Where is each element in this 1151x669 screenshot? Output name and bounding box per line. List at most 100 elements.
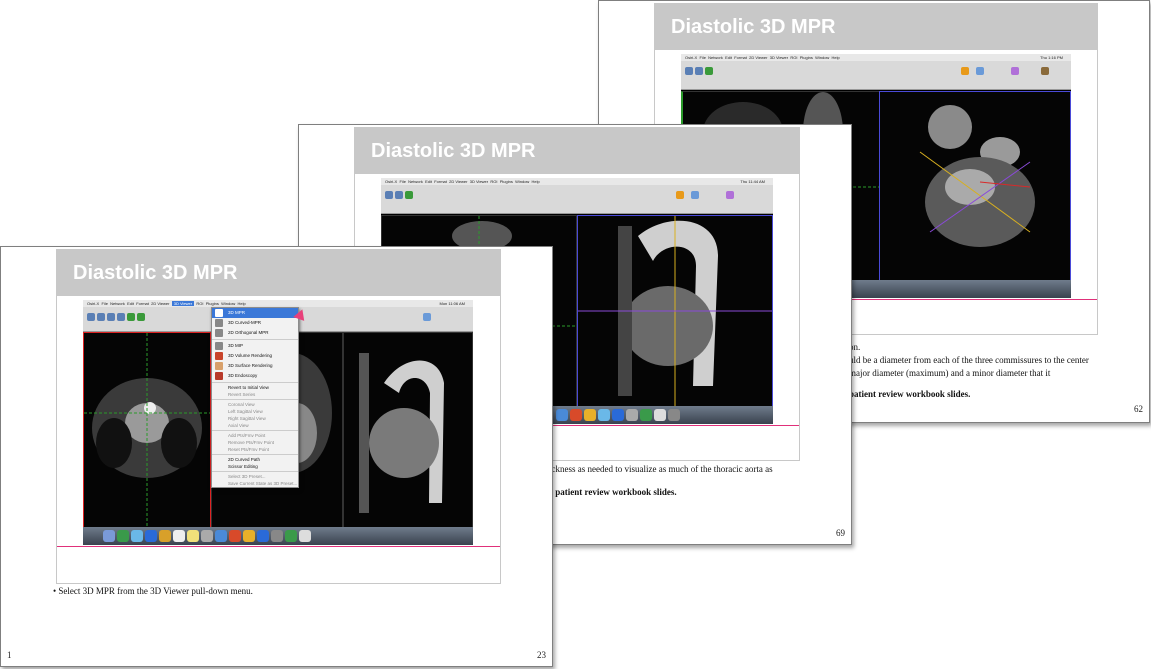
ct-viewport-axial[interactable]: [83, 332, 211, 528]
orthogonal-mpr-icon: [215, 329, 223, 337]
menu-separator: [212, 399, 298, 400]
page-number: 69: [836, 528, 845, 538]
ct-sagittal-image: [359, 353, 444, 513]
menu-item-3d-mip[interactable]: 3D MIP: [212, 341, 298, 351]
osirix-screenshot: Osiri-X File Network Edit Format 2D View…: [83, 300, 473, 545]
tool-icon[interactable]: [87, 313, 95, 321]
dock-icon[interactable]: [215, 530, 227, 542]
tool-icon[interactable]: [685, 67, 693, 75]
ct-axial-image: [84, 333, 210, 527]
dock-icon[interactable]: [201, 530, 213, 542]
menu-item-3d-curved-mpr[interactable]: 3D Curved-MPR: [212, 318, 298, 328]
menu-separator: [212, 471, 298, 472]
menu-item-save-preset[interactable]: Save Current State as 3D Preset...: [212, 480, 298, 487]
viewer-toolbar: [381, 185, 773, 214]
menu-item-3d-surface-rendering[interactable]: 3D Surface Rendering: [212, 361, 298, 371]
notes-line: uld be a diameter from each of the three…: [849, 355, 1089, 365]
tool-icon[interactable]: [395, 191, 403, 199]
tool-icon[interactable]: [117, 313, 125, 321]
menu-item-3d-volume-rendering[interactable]: 3D Volume Rendering: [212, 351, 298, 361]
ct-viewport-sagittal[interactable]: [343, 332, 473, 528]
tool-icon[interactable]: [137, 313, 145, 321]
clock: Thu 11:44 AM: [740, 179, 765, 184]
notes-text: ickness as needed to visualize as much o…: [549, 463, 839, 499]
tool-icon[interactable]: [1041, 67, 1049, 75]
viewer-toolbar: [681, 61, 1071, 90]
dock-icon[interactable]: [626, 409, 638, 421]
menu-item-remove-point[interactable]: Remove Pts/Fmv Point: [212, 439, 298, 446]
tool-icon[interactable]: [961, 67, 969, 75]
dock-icon[interactable]: [598, 409, 610, 421]
ct-sagittal-image: [578, 216, 772, 406]
dock-icon[interactable]: [173, 530, 185, 542]
tool-icon[interactable]: [976, 67, 984, 75]
dock-icon[interactable]: [612, 409, 624, 421]
menu-separator: [212, 430, 298, 431]
dock-icon[interactable]: [556, 409, 568, 421]
menu-item-coronal[interactable]: Coronal View: [212, 401, 298, 408]
notes-line: on.: [849, 342, 861, 352]
notes-bold-line: e patient review workbook slides.: [549, 487, 677, 497]
tool-icon[interactable]: [423, 313, 431, 321]
surface-rendering-icon: [215, 362, 223, 370]
clock: Mon 11:06 AM: [439, 301, 466, 306]
mpr-viewport-right[interactable]: [577, 215, 773, 407]
dock-icon[interactable]: [570, 409, 582, 421]
dock-icon[interactable]: [145, 530, 157, 542]
menu-item-revert-initial[interactable]: Revert to Initial View: [212, 384, 298, 391]
tool-icon[interactable]: [385, 191, 393, 199]
menu-item-revert-series[interactable]: Revert Series: [212, 391, 298, 398]
menu-item-reset-point[interactable]: Reset Pts/Fmv Point: [212, 446, 298, 453]
tool-icon[interactable]: [107, 313, 115, 321]
dock-icon[interactable]: [640, 409, 652, 421]
slide-divider: [57, 546, 500, 547]
tool-icon[interactable]: [695, 67, 703, 75]
dock-icon[interactable]: [103, 530, 115, 542]
dock-icon[interactable]: [299, 530, 311, 542]
dock-icon[interactable]: [668, 409, 680, 421]
mac-dock: [83, 527, 473, 545]
tool-icon[interactable]: [726, 191, 734, 199]
ct-heart-image: [919, 105, 1035, 247]
mpr-icon: [215, 309, 223, 317]
menu-item-3d-endoscopy[interactable]: 3D Endoscopy: [212, 371, 298, 381]
volume-rendering-icon: [215, 352, 223, 360]
menu-item-add-point[interactable]: Add Pts/Fmv Point: [212, 432, 298, 439]
tool-icon[interactable]: [405, 191, 413, 199]
menu-item-select-preset[interactable]: Select 3D Preset...: [212, 473, 298, 480]
tool-icon[interactable]: [705, 67, 713, 75]
tool-icon[interactable]: [691, 191, 699, 199]
dock-icon[interactable]: [257, 530, 269, 542]
dock-icon[interactable]: [654, 409, 666, 421]
menu-item-right-sagittal[interactable]: Right Sagittal View: [212, 415, 298, 422]
mac-menubar: Osiri-X File Network Edit Format 2D View…: [83, 300, 473, 307]
slide-title: Diastolic 3D MPR: [57, 250, 500, 296]
page-number: 23: [537, 650, 546, 660]
tool-icon[interactable]: [127, 313, 135, 321]
tool-icon[interactable]: [1011, 67, 1019, 75]
dock-icon[interactable]: [285, 530, 297, 542]
mpr-viewport-right[interactable]: [879, 91, 1071, 283]
menu-item-scissor-editing[interactable]: Scissor Editing: [212, 463, 298, 470]
curved-mpr-icon: [215, 319, 223, 327]
dock-icon[interactable]: [229, 530, 241, 542]
dock-icon[interactable]: [187, 530, 199, 542]
dock-icon[interactable]: [131, 530, 143, 542]
notes-page-23: Diastolic 3D MPR Osiri-X File Network Ed…: [0, 246, 553, 667]
dock-icon[interactable]: [243, 530, 255, 542]
notes-text: on. uld be a diameter from each of the t…: [849, 341, 1139, 401]
menu-item-2d-orthogonal-mpr[interactable]: 2D Orthogonal MPR: [212, 328, 298, 338]
mac-menubar: Osiri-X File Network Edit Format 2D View…: [681, 54, 1071, 61]
slide-title: Diastolic 3D MPR: [655, 4, 1097, 50]
dock-icon[interactable]: [117, 530, 129, 542]
tool-icon[interactable]: [676, 191, 684, 199]
tool-icon[interactable]: [97, 313, 105, 321]
menu-item-left-sagittal[interactable]: Left Sagittal View: [212, 408, 298, 415]
menu-item-3d-mpr[interactable]: 3D MPR: [212, 308, 298, 318]
dock-icon[interactable]: [159, 530, 171, 542]
menu-item-axial[interactable]: Axial View: [212, 422, 298, 429]
dock-icon[interactable]: [584, 409, 596, 421]
menu-3d-viewer[interactable]: 3D Viewer: [171, 301, 195, 306]
dock-icon[interactable]: [271, 530, 283, 542]
menu-item-2d-curved-path[interactable]: 2D Curved Path: [212, 456, 298, 463]
